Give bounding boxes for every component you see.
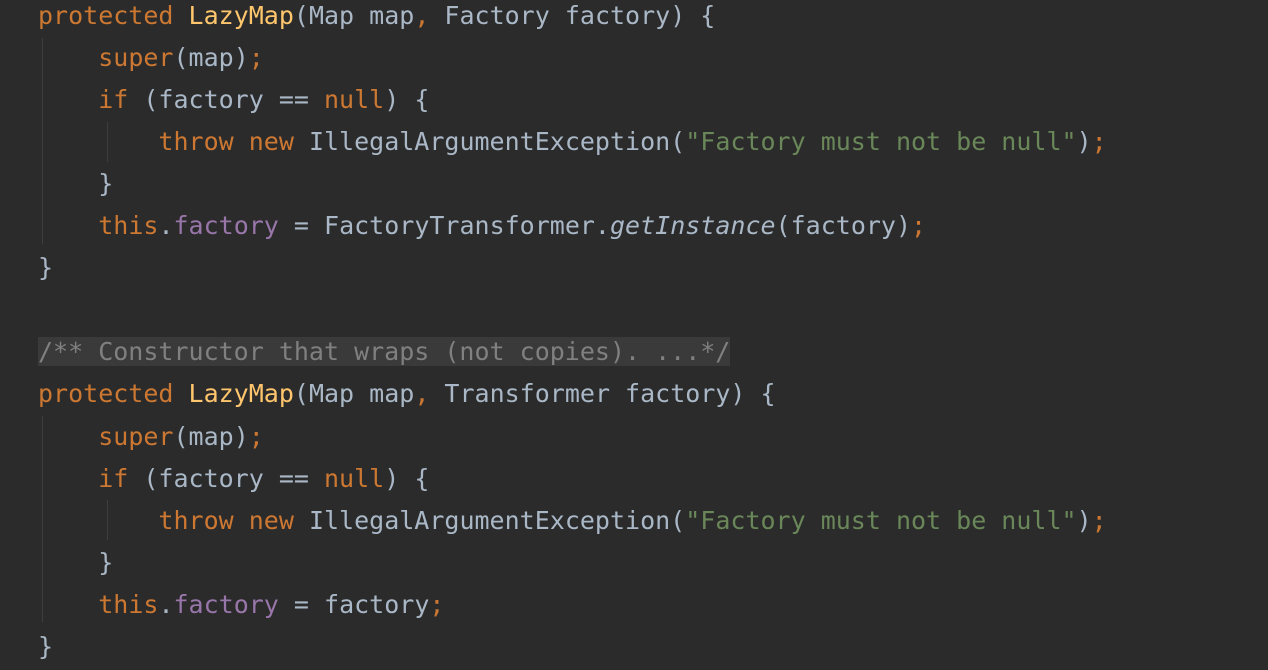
code-token: = FactoryTransformer. — [278, 211, 610, 241]
code-token: , — [414, 379, 430, 409]
code-token: ) { — [384, 85, 430, 115]
code-line[interactable]: this.factory = FactoryTransformer.getIns… — [38, 205, 926, 247]
code-token: ; — [248, 43, 264, 73]
code-token: if — [98, 85, 129, 115]
code-token: "Factory must not be null" — [685, 505, 1077, 535]
code-line[interactable]: throw new IllegalArgumentException("Fact… — [38, 121, 1107, 163]
code-token: null — [324, 85, 385, 115]
code-line[interactable]: /** Constructor that wraps (not copies).… — [38, 331, 731, 373]
code-token: IllegalArgumentException( — [293, 127, 686, 157]
code-line[interactable]: } — [38, 247, 53, 289]
code-token: protected — [38, 1, 174, 30]
code-token: protected — [38, 379, 174, 409]
code-line[interactable]: if (factory == null) { — [38, 458, 429, 500]
code-token: /** Constructor that wraps (not copies).… — [38, 337, 731, 367]
code-token: . — [158, 211, 174, 241]
code-token: (factory == — [128, 85, 324, 115]
code-token: throw new — [158, 505, 294, 535]
code-token: if — [98, 463, 129, 493]
code-token: LazyMap — [188, 1, 294, 30]
code-token: ; — [1091, 505, 1107, 535]
code-token: ; — [1091, 127, 1107, 157]
code-token: null — [324, 463, 385, 493]
code-token: ) — [1076, 505, 1092, 535]
code-line[interactable]: } — [38, 163, 113, 205]
code-token: (factory) — [775, 211, 912, 241]
code-editor[interactable]: protected LazyMap(Map map, Factory facto… — [0, 0, 1268, 670]
code-token: ; — [429, 589, 445, 619]
code-token: "Factory must not be null" — [685, 127, 1077, 157]
code-token: (map) — [173, 421, 249, 451]
code-token: Transformer factory) { — [429, 379, 776, 409]
code-token: ) — [1076, 127, 1092, 157]
code-token: ; — [911, 211, 927, 241]
code-token: ) { — [384, 463, 430, 493]
code-line[interactable]: throw new IllegalArgumentException("Fact… — [38, 500, 1107, 542]
code-token: } — [38, 631, 54, 661]
code-token: } — [38, 547, 114, 577]
code-token: getInstance — [610, 211, 776, 241]
code-token: throw new — [158, 127, 294, 157]
code-token: Factory factory) { — [429, 1, 716, 30]
code-token: (Map map — [293, 379, 415, 409]
code-token: super — [98, 43, 174, 73]
code-token: IllegalArgumentException( — [293, 505, 686, 535]
code-token: LazyMap — [188, 379, 294, 409]
code-line[interactable]: super(map); — [38, 37, 264, 79]
code-token: } — [38, 253, 54, 283]
code-token: this — [98, 589, 159, 619]
code-token: ; — [248, 421, 264, 451]
code-token: (Map map — [293, 1, 415, 30]
code-token: factory — [173, 589, 279, 619]
code-token: } — [38, 169, 114, 199]
code-line[interactable]: super(map); — [38, 416, 264, 458]
code-line[interactable]: protected LazyMap(Map map, Factory facto… — [38, 0, 715, 37]
code-token: (map) — [173, 43, 249, 73]
code-line[interactable]: } — [38, 542, 113, 584]
code-line[interactable]: this.factory = factory; — [38, 584, 444, 626]
code-token: = factory — [278, 589, 430, 619]
code-token: this — [98, 211, 159, 241]
code-token: (factory == — [128, 463, 324, 493]
code-token: factory — [173, 211, 279, 241]
code-token: , — [414, 1, 430, 30]
code-token: . — [158, 589, 174, 619]
code-token: super — [98, 421, 174, 451]
code-line[interactable]: if (factory == null) { — [38, 79, 429, 121]
code-line[interactable]: protected LazyMap(Map map, Transformer f… — [38, 373, 776, 415]
code-line[interactable]: } — [38, 626, 53, 668]
